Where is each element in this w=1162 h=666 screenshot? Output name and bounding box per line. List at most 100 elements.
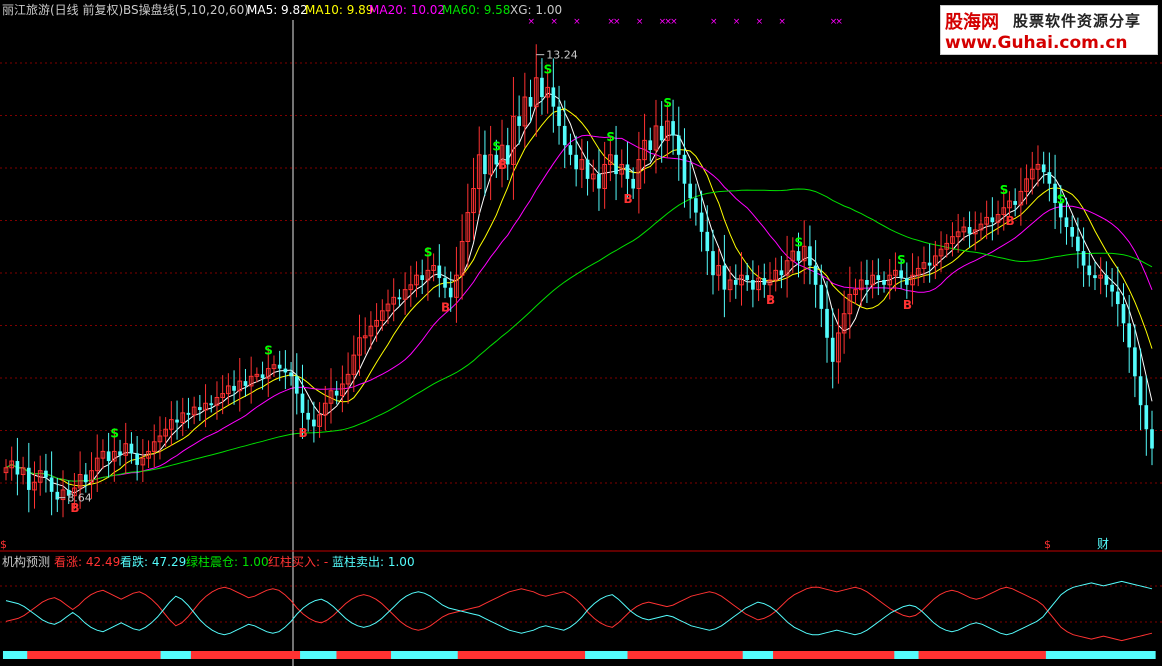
candle-body xyxy=(15,461,20,475)
color-bar xyxy=(330,651,338,659)
color-bar xyxy=(366,651,374,659)
candle-body xyxy=(306,412,311,420)
color-bar xyxy=(469,651,477,659)
color-bar xyxy=(566,651,574,659)
color-bar xyxy=(203,651,210,659)
color-bar xyxy=(239,651,247,659)
color-bar xyxy=(287,651,295,659)
color-bar xyxy=(263,651,271,659)
color-bar xyxy=(312,651,319,659)
xg-mark: × xyxy=(756,17,764,27)
color-bar xyxy=(766,651,774,659)
color-bar xyxy=(591,651,598,659)
sell-signal: S xyxy=(1000,183,1009,197)
candle-body xyxy=(312,419,316,427)
candle-body xyxy=(865,280,869,285)
candle-body xyxy=(905,278,909,285)
candle-body xyxy=(1110,284,1114,292)
buy-signal: B xyxy=(441,301,450,315)
color-bar xyxy=(227,651,234,659)
candle-body xyxy=(597,174,601,189)
color-bar xyxy=(93,651,101,659)
candle-body xyxy=(625,164,630,179)
bottom-color-bars xyxy=(2,651,1156,659)
color-bar xyxy=(172,651,180,659)
candle-body xyxy=(420,275,425,280)
color-bar xyxy=(560,651,568,659)
color-bar xyxy=(318,651,325,659)
color-bar xyxy=(427,651,435,659)
color-bar xyxy=(1142,651,1150,659)
bottom-mark-cai: 财 xyxy=(1097,537,1109,551)
candle-body xyxy=(294,376,299,394)
color-bar xyxy=(378,651,386,659)
watermark-line2: www.Guhai.com.cn xyxy=(945,33,1128,53)
sell-signal: S xyxy=(264,344,273,358)
color-bar xyxy=(294,651,301,659)
color-bar xyxy=(1082,651,1089,659)
candle-body xyxy=(1047,172,1052,184)
buy-signal: B xyxy=(623,192,632,206)
candle-body xyxy=(1041,164,1046,173)
color-bar xyxy=(500,651,507,659)
candle-body xyxy=(1150,429,1154,449)
color-bar xyxy=(154,651,162,659)
xg-mark: × xyxy=(733,17,741,27)
color-bar xyxy=(669,651,677,659)
color-bar xyxy=(409,651,416,659)
color-bar xyxy=(233,651,241,659)
color-bar xyxy=(1124,651,1132,659)
color-bar xyxy=(730,651,738,659)
candle-body xyxy=(540,77,544,98)
candle-body xyxy=(1144,405,1149,430)
candle-body xyxy=(808,246,812,266)
candle-body xyxy=(528,97,533,107)
sell-signal: S xyxy=(795,236,804,250)
candle-body xyxy=(990,217,995,223)
color-bar xyxy=(178,651,186,659)
color-bar xyxy=(27,651,34,659)
color-bar xyxy=(706,651,713,659)
candle-body xyxy=(1064,217,1069,228)
color-bar xyxy=(1039,651,1047,659)
color-bar xyxy=(75,651,83,659)
color-bar xyxy=(1064,651,1071,659)
xg-mark: × xyxy=(835,17,843,27)
candle-body xyxy=(1138,376,1143,406)
color-bar xyxy=(651,651,659,659)
xg-mark: × xyxy=(710,17,718,27)
candle-body xyxy=(745,275,750,280)
color-bar xyxy=(803,651,811,659)
color-bar xyxy=(1021,651,1029,659)
color-bar xyxy=(1118,651,1126,659)
color-bar xyxy=(839,651,847,659)
color-bar xyxy=(742,651,750,659)
color-bar xyxy=(524,651,532,659)
color-bar xyxy=(882,651,889,659)
color-bar xyxy=(870,651,877,659)
color-bar xyxy=(1136,651,1144,659)
candle-body xyxy=(876,275,881,280)
color-bar xyxy=(536,651,544,659)
color-bar xyxy=(209,651,216,659)
candle-body xyxy=(437,265,442,279)
header-stock: 丽江旅游(日线 前复权) xyxy=(2,2,123,17)
color-bar xyxy=(645,651,653,659)
color-bar xyxy=(924,651,932,659)
sub-blue: 蓝柱卖出: 1.00 xyxy=(332,554,415,569)
candle-body xyxy=(55,491,60,500)
candle-body xyxy=(694,198,698,213)
color-bar xyxy=(609,651,616,659)
color-bar xyxy=(603,651,610,659)
color-bar xyxy=(1051,651,1059,659)
color-bar xyxy=(712,651,720,659)
xg-mark: × xyxy=(636,17,644,27)
candle-body xyxy=(448,287,453,298)
color-bar xyxy=(627,651,635,659)
color-bar xyxy=(421,651,429,659)
bottom-mark-s2: $ xyxy=(1044,538,1051,551)
color-bar xyxy=(1027,651,1035,659)
color-bar xyxy=(69,651,77,659)
color-bar xyxy=(936,651,944,659)
color-bar xyxy=(488,651,495,659)
